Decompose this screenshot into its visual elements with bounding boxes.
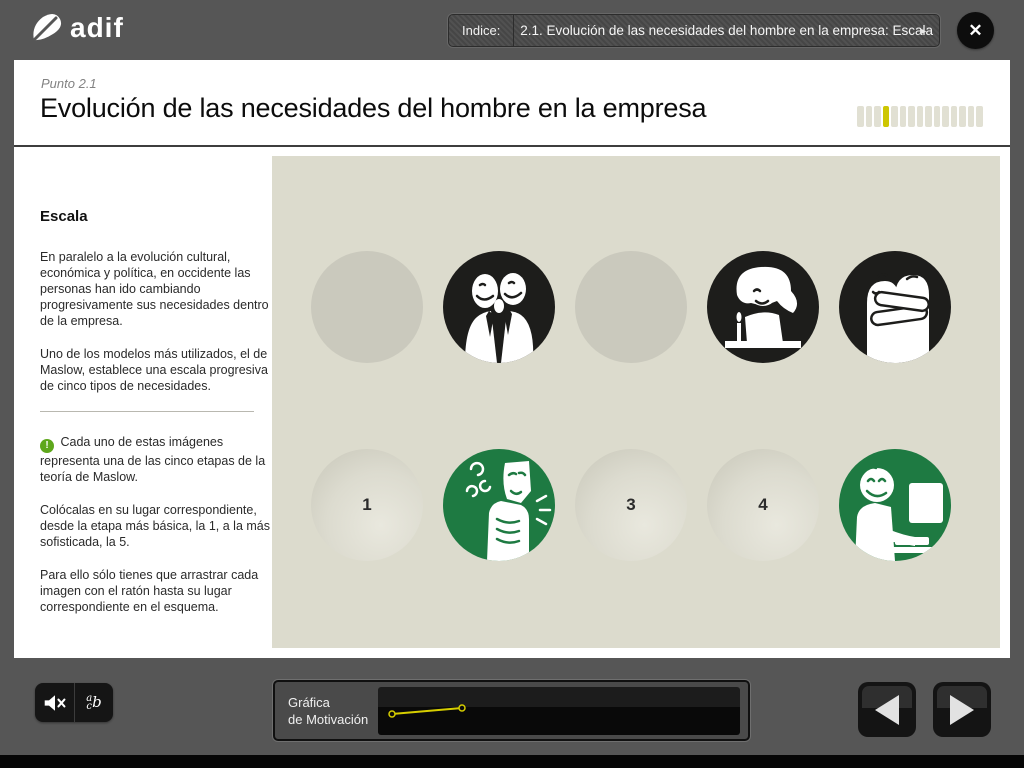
draggable-image-two-colleagues-talking[interactable] — [443, 251, 555, 363]
progress-segment — [976, 106, 983, 127]
progress-segment — [934, 106, 941, 127]
index-arrow-icon: ► — [919, 26, 928, 36]
woman-dining-illustration — [707, 251, 819, 363]
title-divider — [14, 145, 1010, 147]
audio-controls: acb — [35, 683, 113, 722]
slot-number: 1 — [362, 495, 371, 515]
sidebar-heading: Escala — [40, 208, 270, 225]
page-title: Evolución de las necesidades del hombre … — [40, 93, 706, 124]
content-panel: Punto 2.1 Evolución de las necesidades d… — [14, 60, 1010, 658]
top-bar: adif Indice: 2.1. Evolución de las neces… — [0, 0, 1024, 60]
adif-logo: adif — [30, 11, 124, 45]
next-button[interactable] — [933, 682, 991, 737]
progress-bar — [857, 106, 983, 127]
starving-man-illustration — [443, 449, 555, 561]
activity-board: 1 3 4 — [272, 156, 1000, 648]
transcript-icon: acb — [86, 695, 102, 711]
progress-segment — [968, 106, 975, 127]
mute-button[interactable] — [35, 683, 74, 722]
empty-slot — [575, 251, 687, 363]
progress-segment — [925, 106, 932, 127]
motivation-graph-label: Gráfica de Motivación — [275, 694, 378, 728]
drop-slot-4[interactable]: 4 — [707, 449, 819, 561]
muted-speaker-icon — [43, 694, 67, 712]
progress-segment — [908, 106, 915, 127]
progress-segment — [959, 106, 966, 127]
index-dropdown[interactable]: 2.1. Evolución de las necesidades del ho… — [514, 15, 939, 46]
course-stage: adif Indice: 2.1. Evolución de las neces… — [0, 0, 1024, 768]
sidebar-paragraph: En paralelo a la evolución cultural, eco… — [40, 249, 270, 329]
previous-button[interactable] — [858, 682, 916, 737]
motivation-graph-line — [378, 687, 740, 735]
note-text: Cada uno de estas imágenes representa un… — [40, 435, 265, 484]
text-transcript-button[interactable]: acb — [74, 683, 113, 722]
alert-icon: ! — [40, 439, 54, 453]
progress-segment — [900, 106, 907, 127]
index-label: Indice: — [449, 15, 514, 46]
sidebar-note-paragraph: ! Cada uno de estas imágenes representa … — [40, 434, 270, 485]
progress-segment — [951, 106, 958, 127]
arrow-right-icon — [950, 695, 974, 725]
two-colleagues-talking-illustration — [443, 251, 555, 363]
progress-segment — [857, 106, 864, 127]
progress-segment — [942, 106, 949, 127]
drop-slot-1[interactable]: 1 — [311, 449, 423, 561]
draggable-image-starving-man[interactable] — [443, 449, 555, 561]
two-people-hugging-illustration — [839, 251, 951, 363]
index-dropdown-group: Indice: 2.1. Evolución de las necesidade… — [448, 14, 940, 47]
slot-number: 4 — [758, 495, 767, 515]
arrow-left-icon — [875, 695, 899, 725]
empty-slot — [311, 251, 423, 363]
progress-segment — [866, 106, 873, 127]
draggable-image-man-working-computer[interactable] — [839, 449, 951, 561]
logo-text: adif — [70, 12, 124, 44]
sidebar-note-paragraph: Colócalas en su lugar correspondiente, d… — [40, 502, 270, 550]
close-icon: ✕ — [968, 21, 982, 41]
draggable-image-two-people-hugging[interactable] — [839, 251, 951, 363]
draggable-image-woman-dining[interactable] — [707, 251, 819, 363]
progress-segment — [883, 106, 890, 127]
instructions-sidebar: Escala En paralelo a la evolución cultur… — [40, 208, 270, 632]
drop-slot-3[interactable]: 3 — [575, 449, 687, 561]
motivation-graph-panel: Gráfica de Motivación — [273, 680, 750, 741]
sidebar-divider — [40, 411, 254, 412]
sidebar-paragraph: Uno de los modelos más utilizados, el de… — [40, 346, 270, 394]
slot-number: 3 — [626, 495, 635, 515]
man-working-computer-illustration — [839, 449, 951, 561]
progress-segment — [891, 106, 898, 127]
progress-segment — [874, 106, 881, 127]
index-current-item: 2.1. Evolución de las necesidades del ho… — [520, 23, 933, 38]
motivation-graph-canvas[interactable] — [378, 687, 740, 735]
sidebar-note-paragraph: Para ello sólo tienes que arrastrar cada… — [40, 567, 270, 615]
adif-logo-icon — [30, 11, 64, 45]
progress-segment — [917, 106, 924, 127]
section-kicker: Punto 2.1 — [41, 76, 97, 91]
bottom-black-bar — [0, 755, 1024, 768]
close-button[interactable]: ✕ — [957, 12, 994, 49]
